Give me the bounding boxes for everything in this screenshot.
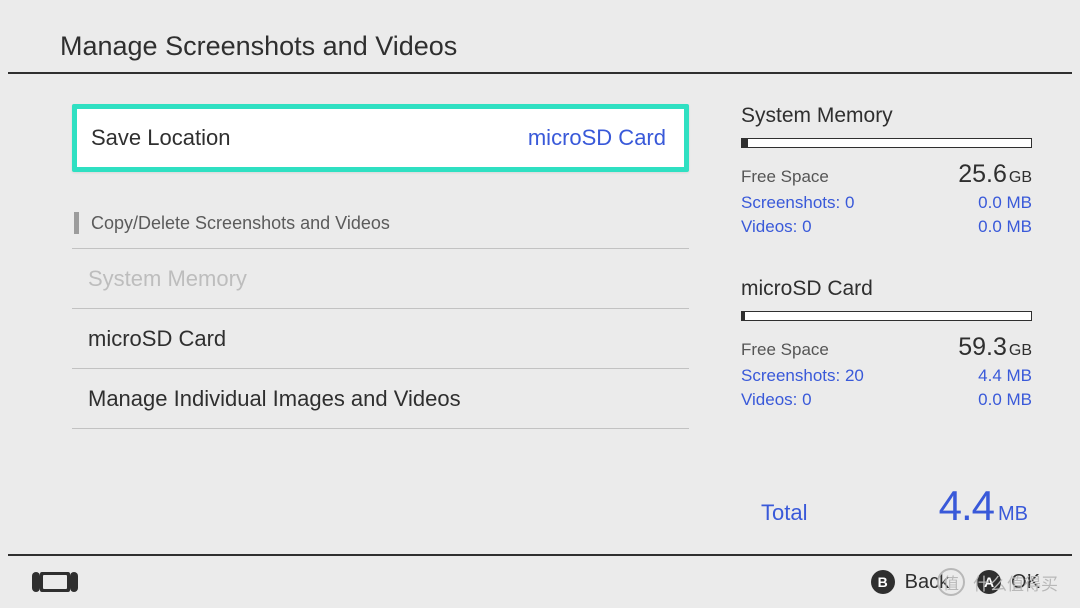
storage-bar-fill [742,312,745,320]
free-space-row: Free Space 25.6GB [741,160,1032,189]
total-row: Total 4.4MB [741,482,1032,530]
right-column: System Memory Free Space 25.6GB Screensh… [689,104,1032,536]
save-location-value: microSD Card [528,125,666,151]
free-space-value: 25.6GB [958,160,1032,189]
total-unit: MB [998,503,1028,525]
screenshots-key: Screenshots: 20 [741,366,864,386]
save-location-label: Save Location [91,125,230,151]
a-button-label: OK [1011,571,1040,594]
section-caption: Copy/Delete Screenshots and Videos [72,212,689,249]
a-button-group[interactable]: A OK [977,570,1040,594]
free-space-unit: GB [1009,342,1032,359]
screenshots-val: 0.0 MB [978,193,1032,213]
menu-item-system-memory: System Memory [72,249,689,309]
a-button-icon: A [977,570,1001,594]
left-column: Save Location microSD Card Copy/Delete S… [72,104,689,536]
b-button-group[interactable]: B Back [871,570,949,594]
screenshots-row: Screenshots: 20 4.4 MB [741,366,1032,386]
menu-item-label: Manage Individual Images and Videos [88,386,461,412]
videos-row: Videos: 0 0.0 MB [741,217,1032,237]
storage-title: microSD Card [741,277,1032,301]
section-caption-text: Copy/Delete Screenshots and Videos [91,213,390,234]
menu-item-microsd[interactable]: microSD Card [72,309,689,369]
videos-key: Videos: 0 [741,217,812,237]
free-space-label: Free Space [741,340,829,360]
save-location-row[interactable]: Save Location microSD Card [72,104,689,172]
b-button-icon: B [871,570,895,594]
main-body: Save Location microSD Card Copy/Delete S… [72,104,1032,536]
menu-item-label: System Memory [88,266,247,292]
section-caption-bar-icon [74,212,79,234]
page-title-text: Manage Screenshots and Videos [60,31,457,62]
menu-item-label: microSD Card [88,326,226,352]
videos-val: 0.0 MB [978,217,1032,237]
total-num: 4.4 [939,482,994,529]
controller-icon [32,571,78,593]
header-divider [8,72,1072,74]
footer-buttons: B Back A OK [871,570,1040,594]
total-label: Total [761,500,807,526]
storage-bar [741,311,1032,321]
videos-val: 0.0 MB [978,390,1032,410]
free-space-value: 59.3GB [958,333,1032,362]
free-space-unit: GB [1009,169,1032,186]
free-space-num: 59.3 [958,333,1007,361]
storage-system-memory: System Memory Free Space 25.6GB Screensh… [741,104,1032,237]
screenshots-key: Screenshots: 0 [741,193,854,213]
free-space-row: Free Space 59.3GB [741,333,1032,362]
screenshots-row: Screenshots: 0 0.0 MB [741,193,1032,213]
free-space-num: 25.6 [958,160,1007,188]
footer-bar: B Back A OK [32,556,1040,608]
videos-key: Videos: 0 [741,390,812,410]
storage-microsd: microSD Card Free Space 59.3GB Screensho… [741,277,1032,410]
videos-row: Videos: 0 0.0 MB [741,390,1032,410]
screenshots-val: 4.4 MB [978,366,1032,386]
storage-title: System Memory [741,104,1032,128]
total-value: 4.4MB [939,482,1028,530]
free-space-label: Free Space [741,167,829,187]
storage-bar-fill [742,139,748,147]
storage-bar [741,138,1032,148]
page-title: Manage Screenshots and Videos [60,20,1020,72]
menu-item-manage-individual[interactable]: Manage Individual Images and Videos [72,369,689,429]
b-button-label: Back [905,571,949,594]
